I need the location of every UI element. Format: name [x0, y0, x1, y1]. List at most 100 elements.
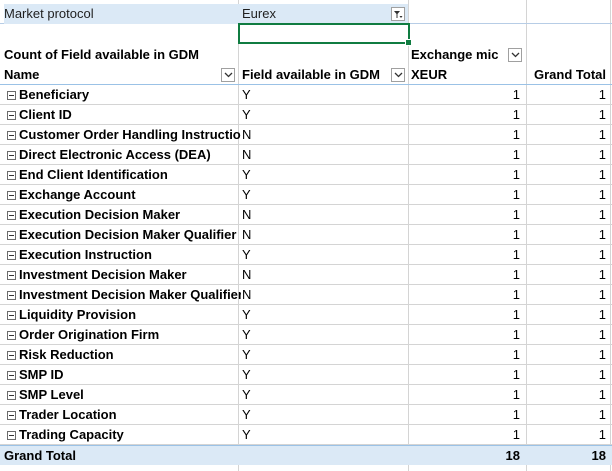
xeur-count-cell[interactable]: 1 [408, 265, 526, 285]
row-total-cell[interactable]: 1 [526, 385, 610, 405]
collapse-minus-icon[interactable] [7, 271, 16, 280]
xeur-count-cell[interactable]: 1 [408, 385, 526, 405]
row-name-cell[interactable]: Beneficiary [7, 85, 241, 105]
xeur-count-cell[interactable]: 1 [408, 365, 526, 385]
xeur-count-cell[interactable]: 1 [408, 345, 526, 365]
row-total-cell[interactable]: 1 [526, 125, 610, 145]
filter-dropdown-icon[interactable] [391, 7, 405, 21]
row-total-cell[interactable]: 1 [526, 345, 610, 365]
collapse-minus-icon[interactable] [7, 331, 16, 340]
row-name-cell[interactable]: Customer Order Handling Instruction [7, 125, 241, 145]
row-name-cell[interactable]: Client ID [7, 105, 241, 125]
gdm-value-cell[interactable]: Y [238, 245, 408, 265]
collapse-minus-icon[interactable] [7, 231, 16, 240]
collapse-minus-icon[interactable] [7, 91, 16, 100]
row-total-cell[interactable]: 1 [526, 185, 610, 205]
collapse-minus-icon[interactable] [7, 151, 16, 160]
gdm-field-dropdown[interactable] [391, 68, 405, 82]
row-name-cell[interactable]: Order Origination Firm [7, 325, 241, 345]
row-name-cell[interactable]: Trading Capacity [7, 425, 241, 445]
row-name-cell[interactable]: Trader Location [7, 405, 241, 425]
table-row: Execution Decision Maker Qualifier N 1 1 [0, 225, 612, 245]
column-field-dropdown[interactable] [508, 48, 522, 62]
xeur-count-cell[interactable]: 1 [408, 85, 526, 105]
gdm-value-cell[interactable]: N [238, 125, 408, 145]
gdm-value-cell[interactable]: Y [238, 85, 408, 105]
collapse-minus-icon[interactable] [7, 131, 16, 140]
gdm-value-cell[interactable]: N [238, 285, 408, 305]
xeur-count-cell[interactable]: 1 [408, 245, 526, 265]
row-total-cell[interactable]: 1 [526, 205, 610, 225]
row-total-cell[interactable]: 1 [526, 305, 610, 325]
gdm-value-cell[interactable]: Y [238, 405, 408, 425]
row-total-cell[interactable]: 1 [526, 145, 610, 165]
xeur-count-cell[interactable]: 1 [408, 165, 526, 185]
collapse-minus-icon[interactable] [7, 391, 16, 400]
row-name-cell[interactable]: Liquidity Provision [7, 305, 241, 325]
gdm-value-cell[interactable]: N [238, 265, 408, 285]
collapse-minus-icon[interactable] [7, 411, 16, 420]
row-total-cell[interactable]: 1 [526, 245, 610, 265]
gdm-value-cell[interactable]: Y [238, 305, 408, 325]
filter-label: Market protocol [4, 4, 238, 24]
row-total-cell[interactable]: 1 [526, 405, 610, 425]
row-total-cell[interactable]: 1 [526, 285, 610, 305]
xeur-count-cell[interactable]: 1 [408, 145, 526, 165]
name-field-dropdown[interactable] [221, 68, 235, 82]
xeur-count-cell[interactable]: 1 [408, 425, 526, 445]
collapse-minus-icon[interactable] [7, 311, 16, 320]
xeur-count-cell[interactable]: 1 [408, 105, 526, 125]
gdm-value-cell[interactable]: Y [238, 425, 408, 445]
gdm-value-cell[interactable]: Y [238, 185, 408, 205]
xeur-count-cell[interactable]: 1 [408, 305, 526, 325]
row-name-cell[interactable]: Investment Decision Maker [7, 265, 241, 285]
collapse-minus-icon[interactable] [7, 171, 16, 180]
xeur-count-cell[interactable]: 1 [408, 325, 526, 345]
xeur-count-cell[interactable]: 1 [408, 125, 526, 145]
gdm-value-cell[interactable]: N [238, 225, 408, 245]
gdm-value-cell[interactable]: Y [238, 105, 408, 125]
gdm-value-cell[interactable]: N [238, 205, 408, 225]
row-name-cell[interactable]: Direct Electronic Access (DEA) [7, 145, 241, 165]
active-cell-selection[interactable] [238, 23, 412, 46]
xeur-count-cell[interactable]: 1 [408, 185, 526, 205]
collapse-minus-icon[interactable] [7, 431, 16, 440]
gdm-value-cell[interactable]: Y [238, 165, 408, 185]
row-total-cell[interactable]: 1 [526, 425, 610, 445]
xeur-count-cell[interactable]: 1 [408, 285, 526, 305]
gdm-value-cell[interactable]: N [238, 145, 408, 165]
row-name-cell[interactable]: Exchange Account [7, 185, 241, 205]
grand-total-all: 18 [591, 448, 606, 463]
collapse-minus-icon[interactable] [7, 351, 16, 360]
row-total-cell[interactable]: 1 [526, 105, 610, 125]
row-name-cell[interactable]: Execution Decision Maker [7, 205, 241, 225]
xeur-count-cell[interactable]: 1 [408, 225, 526, 245]
gdm-value-cell[interactable]: Y [238, 385, 408, 405]
row-name-cell[interactable]: Execution Instruction [7, 245, 241, 265]
row-total-cell[interactable]: 1 [526, 165, 610, 185]
collapse-minus-icon[interactable] [7, 371, 16, 380]
row-name-cell[interactable]: Risk Reduction [7, 345, 241, 365]
row-total-cell[interactable]: 1 [526, 85, 610, 105]
row-name-cell[interactable]: SMP Level [7, 385, 241, 405]
xeur-count-cell[interactable]: 1 [408, 205, 526, 225]
collapse-minus-icon[interactable] [7, 211, 16, 220]
table-row: Risk Reduction Y 1 1 [0, 345, 612, 365]
row-name-cell[interactable]: End Client Identification [7, 165, 241, 185]
collapse-minus-icon[interactable] [7, 191, 16, 200]
row-name-cell[interactable]: SMP ID [7, 365, 241, 385]
row-total-cell[interactable]: 1 [526, 225, 610, 245]
row-total-cell[interactable]: 1 [526, 265, 610, 285]
xeur-count-cell[interactable]: 1 [408, 405, 526, 425]
gdm-value-cell[interactable]: Y [238, 345, 408, 365]
row-total-cell[interactable]: 1 [526, 365, 610, 385]
row-total-cell[interactable]: 1 [526, 325, 610, 345]
collapse-minus-icon[interactable] [7, 111, 16, 120]
filter-value[interactable]: Eurex [238, 4, 408, 24]
row-name-cell[interactable]: Execution Decision Maker Qualifier [7, 225, 241, 245]
gdm-value-cell[interactable]: Y [238, 325, 408, 345]
collapse-minus-icon[interactable] [7, 291, 16, 300]
collapse-minus-icon[interactable] [7, 251, 16, 260]
gdm-value-cell[interactable]: Y [238, 365, 408, 385]
row-name-cell[interactable]: Investment Decision Maker Qualifier [7, 285, 241, 305]
